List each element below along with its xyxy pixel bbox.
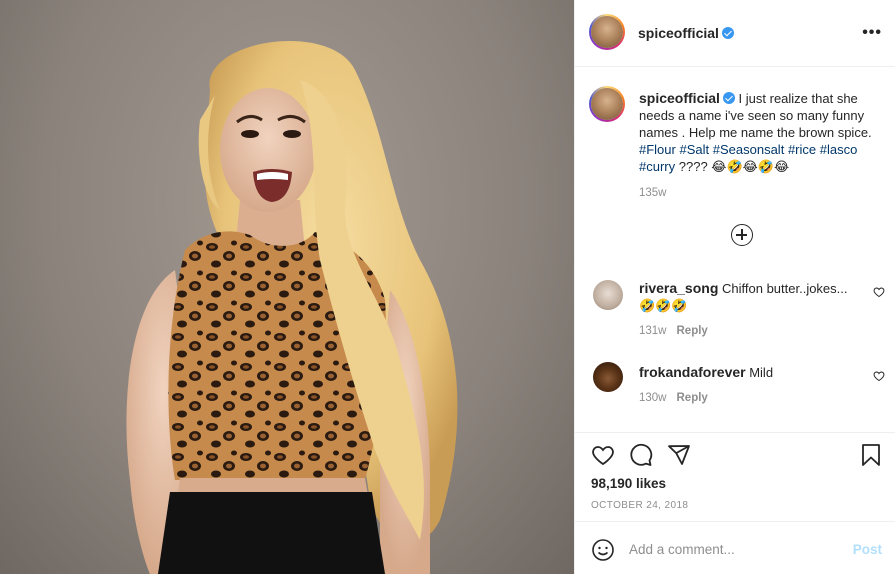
comment-meta: 130w Reply (639, 390, 859, 407)
post-photo[interactable] (0, 0, 574, 574)
comment-icon[interactable] (629, 443, 653, 467)
hashtag-link[interactable]: #Flour (639, 142, 676, 157)
caption-age: 135w (639, 187, 667, 199)
comment-username[interactable]: rivera_song (639, 280, 718, 296)
comment-text: Mild (749, 365, 774, 380)
add-comment-bar: Add a comment... Post (575, 521, 895, 574)
share-icon[interactable] (667, 443, 691, 467)
post-comment-button[interactable]: Post (853, 542, 882, 557)
comment-input[interactable]: Add a comment... (629, 542, 735, 557)
commenter-avatar[interactable] (593, 280, 623, 310)
comment: frokandaforever Mild 130w Reply (639, 364, 859, 407)
author-username[interactable]: spiceofficial (638, 25, 719, 41)
likes-count[interactable]: 98,190 likes (591, 476, 666, 491)
reply-button[interactable]: Reply (677, 325, 708, 337)
comment-username[interactable]: frokandaforever (639, 364, 746, 380)
heart-icon[interactable] (591, 443, 615, 467)
caption-text-end: ???? (678, 159, 708, 174)
verified-badge-icon (722, 92, 735, 104)
post-photo-illustration (126, 41, 458, 574)
caption-avatar[interactable] (589, 86, 625, 122)
comment: rivera_song Chiffon butter..jokes...🤣🤣🤣 … (639, 280, 859, 340)
post-header: spiceofficial ••• (575, 0, 895, 67)
emoji-icon[interactable] (591, 538, 615, 562)
hashtag-link[interactable]: #curry (639, 159, 675, 174)
post-actions: 98,190 likes OCTOBER 24, 2018 Add a comm… (575, 432, 895, 574)
verified-badge-icon (721, 27, 734, 39)
commenter-avatar[interactable] (593, 362, 623, 392)
hashtag-link[interactable]: #lasco (820, 142, 858, 157)
author-name-row: spiceofficial (638, 25, 734, 41)
bookmark-icon[interactable] (859, 443, 883, 467)
instagram-post: spiceofficial ••• spiceofficial I just r… (0, 0, 895, 574)
reply-button[interactable]: Reply (677, 392, 708, 404)
caption: spiceofficial I just realize that she ne… (639, 90, 884, 202)
hashtag-link[interactable]: #Salt (679, 142, 709, 157)
author-avatar[interactable] (589, 14, 625, 50)
more-options-icon[interactable]: ••• (862, 24, 882, 42)
comment-age: 130w (639, 392, 667, 404)
post-date: OCTOBER 24, 2018 (591, 500, 689, 511)
hashtag-link[interactable]: #rice (788, 142, 816, 157)
like-comment-heart-icon[interactable] (873, 286, 885, 298)
comment-age: 131w (639, 325, 667, 337)
like-comment-heart-icon[interactable] (873, 370, 885, 382)
hashtag-link[interactable]: #Seasonsalt (713, 142, 785, 157)
post-details-panel: spiceofficial ••• spiceofficial I just r… (574, 0, 895, 574)
comment-meta: 131w Reply (639, 323, 859, 340)
load-more-comments-icon[interactable] (731, 224, 753, 246)
caption-username[interactable]: spiceofficial (639, 90, 720, 106)
caption-emojis: 😂🤣😂🤣😂 (711, 159, 790, 174)
